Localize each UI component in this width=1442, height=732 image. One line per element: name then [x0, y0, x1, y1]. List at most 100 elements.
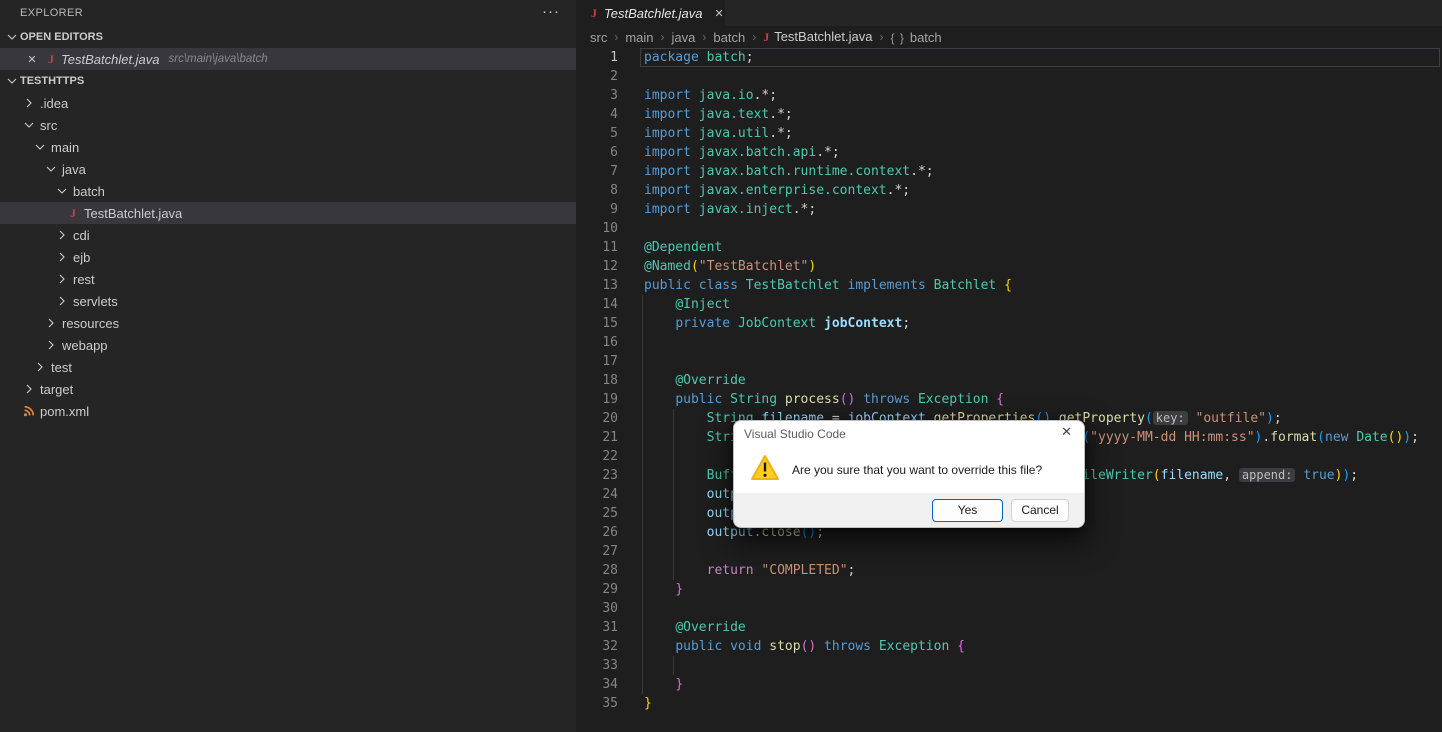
line-number-26: 26: [602, 525, 618, 540]
code-line-4[interactable]: import java.text.*;: [644, 105, 793, 124]
breadcrumb-item-batch[interactable]: { } batch: [890, 30, 941, 45]
indent-guide: [642, 295, 643, 694]
code-line-8[interactable]: import javax.enterprise.context.*;: [644, 181, 910, 200]
code-line-6[interactable]: import javax.batch.api.*;: [644, 143, 840, 162]
cancel-button[interactable]: Cancel: [1011, 498, 1069, 522]
tree-item-src[interactable]: src: [0, 114, 576, 136]
chevron-right-icon: [43, 337, 59, 353]
explorer-more-actions-icon[interactable]: ···: [542, 0, 560, 26]
warning-icon: [750, 454, 780, 486]
open-editors-section-header[interactable]: OPEN EDITORS: [0, 26, 576, 48]
code-line-34[interactable]: }: [644, 675, 683, 694]
breadcrumb-item-testbatchlet-java[interactable]: J TestBatchlet.java: [763, 29, 872, 45]
java-file-icon: J: [70, 205, 76, 220]
chevron-right-icon: [54, 227, 70, 243]
tree-item-webapp[interactable]: webapp: [0, 334, 576, 356]
line-number-34: 34: [602, 677, 618, 692]
breadcrumb-item-src[interactable]: src: [590, 30, 607, 45]
tree-item-ejb[interactable]: ejb: [0, 246, 576, 268]
code-line-5[interactable]: import java.util.*;: [644, 124, 793, 143]
tree-item-target[interactable]: target: [0, 378, 576, 400]
tree-item-java[interactable]: java: [0, 158, 576, 180]
dialog-close-icon[interactable]: ✕: [1061, 424, 1072, 440]
tree-item-pom-xml[interactable]: pom.xml: [0, 400, 576, 422]
tree-item-label: resources: [62, 315, 120, 331]
tree-item-label: java: [62, 161, 86, 177]
tab-close-icon[interactable]: ✕: [715, 7, 724, 20]
tree-item-resources[interactable]: resources: [0, 312, 576, 334]
tree-item-batch[interactable]: batch: [0, 180, 576, 202]
breadcrumb: src › main › java › batch › J TestBatchlet.java › {…: [576, 26, 1442, 48]
code-line-35[interactable]: }: [644, 694, 652, 713]
line-number-8: 8: [610, 183, 618, 198]
code-line-15[interactable]: private JobContext jobContext;: [644, 314, 910, 333]
code-line-29[interactable]: }: [644, 580, 683, 599]
code-line-7[interactable]: import javax.batch.runtime.context.*;: [644, 162, 934, 181]
tree-item-main[interactable]: main: [0, 136, 576, 158]
code-line-31[interactable]: @Override: [644, 618, 745, 637]
tree-item-label: TestBatchlet.java: [84, 205, 183, 221]
code-line-1[interactable]: package batch;: [644, 48, 754, 67]
open-editor-path: src\main\java\batch: [168, 53, 268, 65]
breadcrumb-item-main[interactable]: main: [625, 30, 653, 45]
breadcrumb-separator: ›: [752, 30, 757, 44]
open-editors-list: ✕ J TestBatchlet.java src\main\java\batch: [0, 48, 576, 70]
dialog-title-bar[interactable]: Visual Studio Code ✕: [734, 421, 1084, 447]
line-number-30: 30: [602, 601, 618, 616]
current-line-highlight: [640, 48, 1440, 67]
tree-item-servlets[interactable]: servlets: [0, 290, 576, 312]
line-number-24: 24: [602, 487, 618, 502]
yes-button[interactable]: Yes: [932, 498, 1003, 522]
vscode-window: { "icons": { "close": "✕", "ellipsis": "…: [0, 0, 1442, 732]
line-number-4: 4: [610, 107, 618, 122]
tree-item-label: ejb: [73, 249, 91, 265]
tree-item--idea[interactable]: .idea: [0, 92, 576, 114]
line-number-17: 17: [602, 354, 618, 369]
line-number-27: 27: [602, 544, 618, 559]
tree-item-label: webapp: [62, 337, 108, 353]
line-number-22: 22: [602, 449, 618, 464]
line-number-20: 20: [602, 411, 618, 426]
dialog-title: Visual Studio Code: [744, 427, 846, 441]
chevron-down-icon: [32, 139, 48, 155]
code-line-11[interactable]: @Dependent: [644, 238, 722, 257]
chevron-down-icon: [4, 29, 20, 45]
breadcrumb-separator: ›: [660, 30, 665, 44]
open-editor-item[interactable]: ✕ J TestBatchlet.java src\main\java\batch: [0, 48, 576, 70]
code-line-18[interactable]: @Override: [644, 371, 745, 390]
tree-item-label: cdi: [73, 227, 90, 243]
line-number-13: 13: [602, 278, 618, 293]
file-tree: .idea src main java batch J TestBatchlet.java c…: [0, 92, 576, 422]
tree-item-rest[interactable]: rest: [0, 268, 576, 290]
code-line-3[interactable]: import java.io.*;: [644, 86, 777, 105]
line-number-15: 15: [602, 316, 618, 331]
line-number-10: 10: [602, 221, 618, 236]
dialog-message: Are you sure that you want to override t…: [792, 463, 1043, 477]
tree-item-label: servlets: [73, 293, 118, 309]
breadcrumb-separator: ›: [879, 30, 884, 44]
chevron-down-icon: [43, 161, 59, 177]
breadcrumb-separator: ›: [702, 30, 707, 44]
chevron-right-icon: [21, 381, 37, 397]
tree-item-testbatchlet-java[interactable]: J TestBatchlet.java: [0, 202, 576, 224]
code-line-28[interactable]: return "COMPLETED";: [644, 561, 856, 580]
line-number-23: 23: [602, 468, 618, 483]
dialog-body: Are you sure that you want to override t…: [734, 447, 1084, 493]
tree-item-cdi[interactable]: cdi: [0, 224, 576, 246]
code-line-32[interactable]: public void stop() throws Exception {: [644, 637, 965, 656]
close-editor-icon[interactable]: ✕: [24, 53, 40, 66]
project-section-header[interactable]: TESTHTTPS: [0, 70, 576, 92]
code-line-9[interactable]: import javax.inject.*;: [644, 200, 816, 219]
code-line-19[interactable]: public String process() throws Exception…: [644, 390, 1004, 409]
tab-testbatchlet[interactable]: J TestBatchlet.java ✕: [576, 0, 725, 26]
tree-item-test[interactable]: test: [0, 356, 576, 378]
xml-file-icon: [21, 404, 37, 418]
code-line-12[interactable]: @Named("TestBatchlet"): [644, 257, 816, 276]
override-confirm-dialog: Visual Studio Code ✕ Are you sure that y…: [733, 420, 1085, 528]
line-number-28: 28: [602, 563, 618, 578]
code-line-13[interactable]: public class TestBatchlet implements Bat…: [644, 276, 1012, 295]
line-number-29: 29: [602, 582, 618, 597]
breadcrumb-item-java[interactable]: java: [672, 30, 696, 45]
code-line-14[interactable]: @Inject: [644, 295, 730, 314]
breadcrumb-item-batch[interactable]: batch: [713, 30, 745, 45]
